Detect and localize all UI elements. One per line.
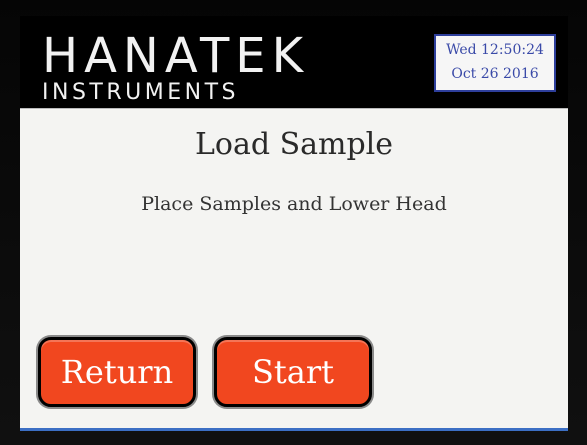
clock-date: Oct 26 2016: [451, 66, 539, 82]
brand-subtitle: INSTRUMENTS: [42, 80, 239, 105]
brand-logo: HANATEK INSTRUMENTS: [42, 32, 309, 104]
touch-screen: HANATEK INSTRUMENTS Wed 12:50:24 Oct 26 …: [20, 16, 568, 431]
main-panel: Load Sample Place Samples and Lower Head…: [20, 108, 568, 429]
clock-display: Wed 12:50:24 Oct 26 2016: [434, 34, 556, 92]
brand-name: HANATEK: [42, 28, 310, 84]
page-title: Load Sample: [194, 127, 394, 162]
header-bar: HANATEK INSTRUMENTS Wed 12:50:24 Oct 26 …: [20, 16, 568, 108]
clock-day-time: Wed 12:50:24: [446, 42, 544, 58]
return-button[interactable]: Return: [38, 337, 196, 407]
instruction-message: Place Samples and Lower Head: [141, 193, 447, 215]
bottom-strip: [20, 428, 568, 431]
start-button[interactable]: Start: [214, 337, 372, 407]
